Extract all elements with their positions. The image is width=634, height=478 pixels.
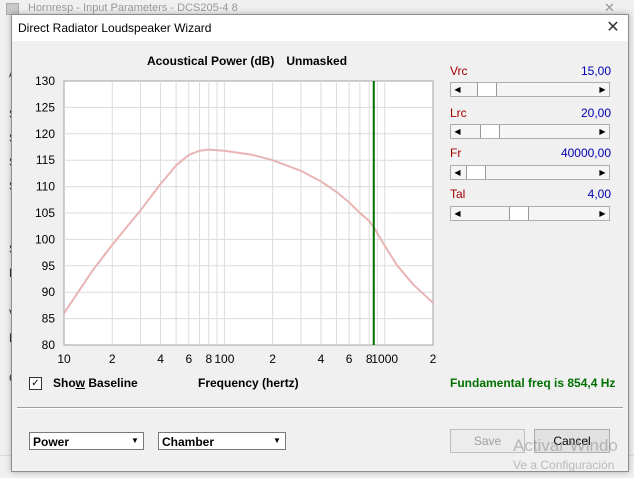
acoustical-power-chart: 80859095100105110115120125130 10 2 4 6 8 100 2… xyxy=(35,54,437,366)
x-tick-label: 4 xyxy=(318,352,325,366)
activation-watermark: Activar Windo xyxy=(513,436,618,455)
x-tick-label: 2 xyxy=(430,352,437,366)
vrc-value: 15,00 xyxy=(580,64,611,78)
tal-slider-thumb[interactable] xyxy=(508,207,529,220)
chart-mode-text: Unmasked xyxy=(286,54,347,68)
show-baseline-label[interactable]: Show Baseline xyxy=(53,376,138,390)
vrc-left-arrow-icon[interactable]: ◀ xyxy=(451,83,464,96)
tal-left-arrow-icon[interactable]: ◀ xyxy=(451,207,464,220)
wizard-dialog: Direct Radiator Loudspeaker Wizard ✕ 80 8… xyxy=(11,14,629,472)
y-tick-label: 80 xyxy=(42,338,56,352)
chamber-value: Chamber xyxy=(162,435,215,449)
chamber-dropdown[interactable]: Chamber ▼ xyxy=(158,432,286,450)
fr-value: 40000,00 xyxy=(560,146,611,160)
x-axis-label: Frequency (hertz) xyxy=(198,376,299,390)
y-tick-label: 105 xyxy=(35,206,55,220)
fr-label: Fr xyxy=(450,146,462,160)
chevron-down-icon[interactable]: ▼ xyxy=(269,433,285,449)
fr-slider-thumb[interactable] xyxy=(466,166,487,179)
plot-type-dropdown[interactable]: Power ▼ xyxy=(29,432,144,450)
x-tick-label: 6 xyxy=(185,352,192,366)
separator xyxy=(17,407,623,409)
chevron-down-icon[interactable]: ▼ xyxy=(127,433,143,449)
vrc-slider[interactable]: ◀ ▶ xyxy=(450,82,610,97)
show-baseline-accesskey: w xyxy=(75,376,86,390)
lrc-left-arrow-icon[interactable]: ◀ xyxy=(451,125,464,138)
y-tick-label: 95 xyxy=(42,259,56,273)
tal-value: 4,00 xyxy=(587,187,611,201)
plot-type-value: Power xyxy=(33,435,70,449)
y-tick-labels: 80 85 90 95 100 105 110 115 120 125 130 xyxy=(35,74,55,352)
y-tick-label: 85 xyxy=(42,312,56,326)
x-tick-label: 10 xyxy=(57,352,71,366)
y-tick-label: 130 xyxy=(35,74,55,88)
y-tick-label: 100 xyxy=(35,232,55,246)
tal-label: Tal xyxy=(450,187,466,201)
x-tick-label: 4 xyxy=(157,352,164,366)
lrc-right-arrow-icon[interactable]: ▶ xyxy=(596,125,609,138)
x-tick-label: 6 xyxy=(346,352,353,366)
y-tick-label: 90 xyxy=(42,285,56,299)
y-tick-label: 120 xyxy=(35,127,55,141)
fundamental-frequency-text: Fundamental freq is 854,4 Hz xyxy=(450,376,616,390)
x-tick-label: 2 xyxy=(109,352,116,366)
fr-slider[interactable]: ◀ ▶ xyxy=(450,165,610,180)
fr-right-arrow-icon[interactable]: ▶ xyxy=(596,166,609,179)
lrc-value: 20,00 xyxy=(580,106,611,120)
checkmark-icon[interactable]: ✓ xyxy=(29,377,42,390)
vrc-right-arrow-icon[interactable]: ▶ xyxy=(596,83,609,96)
show-baseline-label-part: Sho xyxy=(53,376,76,390)
x-tick-label: 100 xyxy=(214,352,234,366)
lrc-slider[interactable]: ◀ ▶ xyxy=(450,124,610,139)
y-tick-label: 115 xyxy=(36,153,55,167)
background-window-title: Hornresp - Input Parameters - DCS205-4 8 xyxy=(28,2,238,14)
tal-slider[interactable]: ◀ ▶ xyxy=(450,206,610,221)
x-tick-labels: 10 2 4 6 8 100 2 4 6 81000 2 xyxy=(57,352,436,366)
y-tick-label: 125 xyxy=(35,100,55,114)
vrc-label: Vrc xyxy=(450,64,468,78)
vrc-slider-thumb[interactable] xyxy=(477,83,498,96)
tal-right-arrow-icon[interactable]: ▶ xyxy=(596,207,609,220)
y-tick-label: 110 xyxy=(36,180,55,194)
fr-left-arrow-icon[interactable]: ◀ xyxy=(451,166,464,179)
chart-title: Acoustical Power (dB) Unmasked xyxy=(147,54,347,68)
activation-watermark-sub: Ve a Configuración xyxy=(513,458,615,472)
show-baseline-label-part: Baseline xyxy=(85,376,138,390)
lrc-slider-thumb[interactable] xyxy=(479,125,500,138)
x-tick-label: 1000 xyxy=(371,352,398,366)
x-tick-label: 8 xyxy=(205,352,212,366)
chart-title-text: Acoustical Power (dB) xyxy=(147,54,274,68)
lrc-label: Lrc xyxy=(450,106,467,120)
x-tick-label: 2 xyxy=(269,352,276,366)
